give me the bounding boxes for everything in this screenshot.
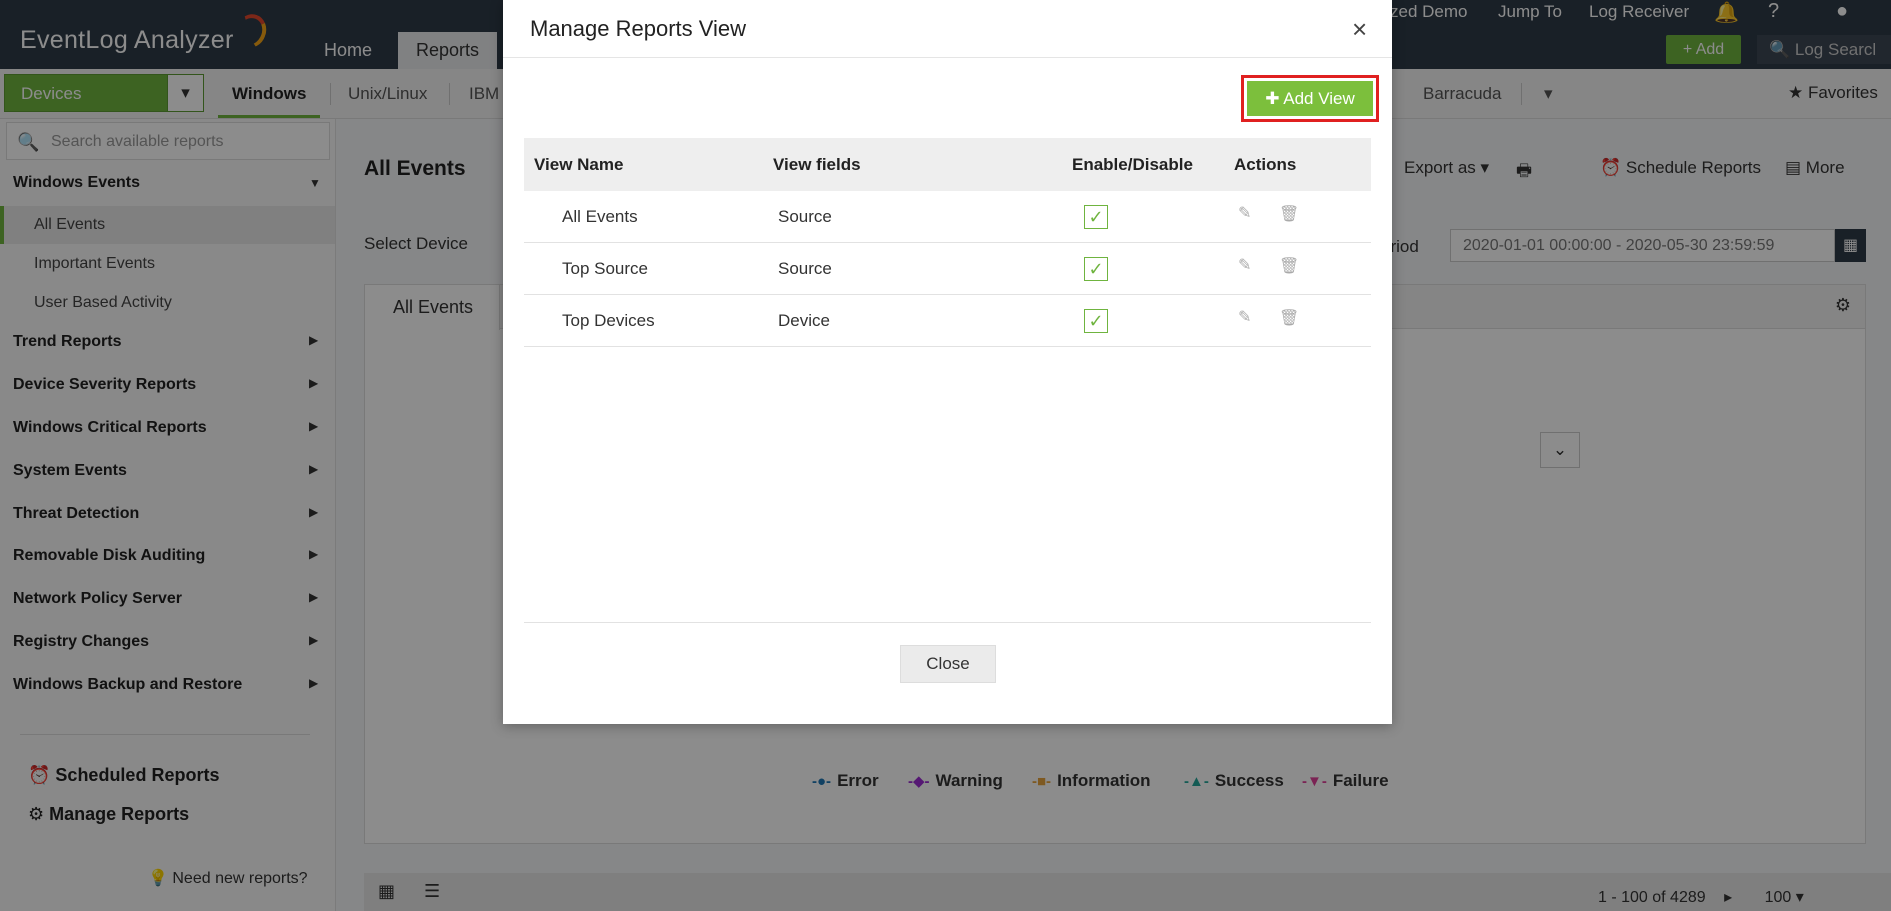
column-header-enable-disable: Enable/Disable	[1072, 155, 1193, 174]
enable-checkbox[interactable]: ✓	[1084, 309, 1108, 333]
column-header-view-name: View Name	[534, 155, 624, 174]
table-row: Top Source Source ✓ ✎ 🗑	[524, 243, 1371, 295]
enable-checkbox[interactable]: ✓	[1084, 205, 1108, 229]
close-icon[interactable]: ×	[1352, 14, 1367, 45]
column-header-view-fields: View fields	[773, 155, 861, 174]
plus-icon: ✚	[1265, 89, 1280, 108]
view-fields-cell: Device	[778, 311, 830, 330]
view-name-cell: Top Devices	[562, 311, 655, 330]
trash-icon[interactable]: 🗑	[1279, 308, 1299, 328]
view-name-cell: All Events	[562, 207, 638, 226]
column-header-actions: Actions	[1234, 155, 1297, 174]
table-row: Top Devices Device ✓ ✎ 🗑	[524, 295, 1371, 347]
add-view-label: Add View	[1283, 89, 1355, 108]
view-fields-cell: Source	[778, 207, 832, 226]
dialog-title: Manage Reports View	[530, 16, 747, 41]
trash-icon[interactable]: 🗑	[1279, 204, 1299, 224]
table-header: View Name View fields Enable/Disable Act…	[524, 138, 1371, 191]
manage-reports-view-dialog: Manage Reports View × ✚ Add View View Na…	[503, 0, 1392, 724]
view-fields-cell: Source	[778, 259, 832, 278]
table-row: All Events Source ✓ ✎ 🗑	[524, 191, 1371, 243]
divider	[524, 622, 1371, 623]
pencil-icon[interactable]: ✎	[1238, 307, 1251, 327]
pencil-icon[interactable]: ✎	[1238, 203, 1251, 223]
divider	[503, 57, 1392, 58]
close-button[interactable]: Close	[900, 645, 996, 683]
trash-icon[interactable]: 🗑	[1279, 256, 1299, 276]
pencil-icon[interactable]: ✎	[1238, 255, 1251, 275]
view-name-cell: Top Source	[562, 259, 648, 278]
add-view-button[interactable]: ✚ Add View	[1247, 81, 1373, 116]
add-view-highlight: ✚ Add View	[1241, 75, 1379, 122]
enable-checkbox[interactable]: ✓	[1084, 257, 1108, 281]
